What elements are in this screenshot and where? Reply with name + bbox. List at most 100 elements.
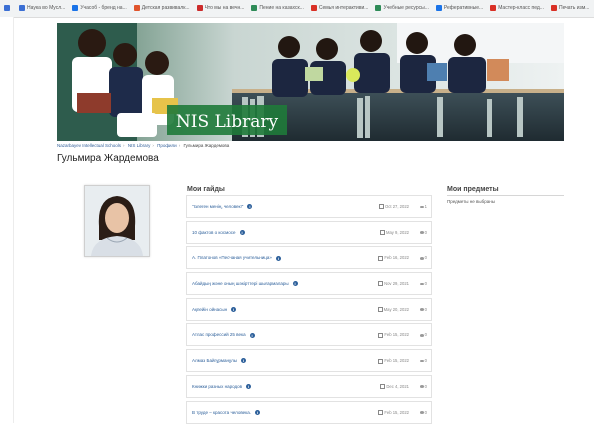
bookmark-label: Пение на казахск... bbox=[259, 5, 304, 11]
guide-title-text[interactable]: Ақпейін ойнасын bbox=[192, 307, 227, 312]
bookmark-favicon-icon bbox=[550, 4, 557, 11]
banner-title: NIS Library bbox=[176, 112, 279, 132]
guide-date: May 9, 2022 bbox=[379, 229, 409, 236]
bookmark-label: Учебные ресурсы... bbox=[383, 5, 429, 11]
guide-title[interactable]: А. Платонов «Песчаная учительница» i bbox=[192, 255, 281, 261]
edit-icon bbox=[379, 204, 385, 210]
left-sidebar bbox=[0, 17, 14, 423]
guide-row[interactable]: А. Платонов «Песчаная учительница» i Feb 1… bbox=[186, 246, 432, 270]
bookmark-item[interactable]: Мастер-класс пед... bbox=[486, 0, 547, 17]
avatar bbox=[84, 185, 150, 257]
guide-row[interactable]: Ақпейін ойнасын i May 20, 2022 0 bbox=[186, 297, 432, 321]
info-icon[interactable]: i bbox=[292, 281, 298, 287]
bookmark-item[interactable]: Что мы на вечн... bbox=[193, 0, 248, 17]
guide-title[interactable]: Атлас профессий 25 века i bbox=[192, 332, 255, 338]
guide-row[interactable]: Атлас профессий 25 века i Feb 15, 2022 0 bbox=[186, 323, 432, 347]
bookmark-label: Реферативные... bbox=[443, 5, 484, 11]
breadcrumb-profiles[interactable]: Профили bbox=[157, 143, 177, 148]
info-icon[interactable]: i bbox=[249, 332, 255, 338]
bookmark-favicon-icon bbox=[196, 4, 203, 11]
guide-title[interactable]: Книжки разных народов i bbox=[192, 384, 252, 390]
guide-row[interactable]: В труде – красота человека. i Feb 15, 2022… bbox=[186, 400, 432, 424]
bookmark-label: Что мы на вечн... bbox=[204, 5, 245, 11]
guide-row[interactable]: 10 фактов о космосе i May 9, 2022 0 bbox=[186, 220, 432, 244]
eye-icon bbox=[419, 257, 424, 260]
info-icon[interactable]: i bbox=[231, 307, 237, 313]
guide-views-count: 0 bbox=[424, 229, 427, 235]
info-icon[interactable]: i bbox=[246, 384, 252, 390]
guide-title[interactable]: Абайдың және оның шәкірттері шығармалары… bbox=[192, 281, 298, 287]
bookmark-label: Семья интерактиви... bbox=[318, 5, 369, 11]
edit-icon bbox=[378, 255, 384, 261]
bookmark-item[interactable]: Пение на казахск... bbox=[247, 0, 306, 17]
guide-title[interactable]: "Ізлеген менің, человек!" i bbox=[192, 204, 253, 210]
bookmark-label: Печать изм... bbox=[558, 5, 590, 11]
eye-icon bbox=[419, 359, 424, 363]
guides-heading: Мои гайды bbox=[187, 186, 225, 193]
banner-photo: NIS Library bbox=[57, 23, 564, 141]
eye-icon bbox=[419, 205, 424, 209]
eye-icon bbox=[419, 308, 424, 311]
bookmark-item[interactable] bbox=[0, 0, 15, 17]
guide-title-text[interactable]: Алмаз Байгұрманұлы bbox=[192, 358, 237, 363]
guide-date-text: May 20, 2022 bbox=[383, 306, 409, 312]
guide-views-count: 0 bbox=[424, 306, 427, 312]
bookmark-favicon-icon bbox=[72, 4, 79, 11]
guide-row[interactable]: Алмаз Байгұрманұлы i Feb 15, 2022 0 bbox=[186, 349, 432, 373]
guide-row[interactable]: Абайдың және оның шәкірттері шығармалары… bbox=[186, 272, 432, 296]
guide-date: Nov 29, 2021 bbox=[378, 281, 409, 287]
guide-views-count: 0 bbox=[424, 409, 427, 415]
guide-title[interactable]: 10 фактов о космосе i bbox=[192, 230, 245, 235]
page-title: Гульмира Жардемова bbox=[57, 153, 159, 164]
guide-views: 0 bbox=[419, 281, 427, 287]
breadcrumb-nis[interactable]: Nazarbayev Intellectual Schools bbox=[57, 143, 121, 148]
bookmark-item[interactable]: Наука во Мусл... bbox=[15, 0, 68, 17]
guide-views: 0 bbox=[419, 255, 427, 261]
guide-title-text[interactable]: А. Платонов «Песчаная учительница» bbox=[192, 255, 272, 260]
guide-title-text[interactable]: Книжки разных народов bbox=[192, 384, 242, 389]
info-icon[interactable]: i bbox=[254, 409, 260, 415]
guide-date-text: Dec 4, 2021 bbox=[386, 383, 409, 389]
guide-title[interactable]: Алмаз Байгұрманұлы i bbox=[192, 358, 247, 364]
guide-views: 0 bbox=[419, 332, 427, 337]
info-icon[interactable]: i bbox=[247, 204, 253, 210]
bookmark-item[interactable]: Учебные ресурсы... bbox=[371, 0, 431, 17]
guide-title[interactable]: В труде – красота человека. i bbox=[192, 410, 260, 415]
info-icon[interactable]: i bbox=[275, 255, 281, 261]
edit-icon bbox=[380, 384, 386, 390]
info-icon[interactable]: i bbox=[241, 358, 247, 364]
edit-icon bbox=[378, 358, 384, 364]
guide-date-text: May 9, 2022 bbox=[385, 229, 409, 235]
guide-views-count: 0 bbox=[424, 281, 427, 287]
guide-views: 1 bbox=[419, 204, 427, 209]
breadcrumb: Nazarbayev Intellectual Schools › NIS Lib… bbox=[57, 143, 230, 148]
eye-icon bbox=[419, 385, 424, 388]
guide-title-text[interactable]: Атлас профессий 25 века bbox=[192, 332, 246, 337]
bookmark-item[interactable]: Семья интерактиви... bbox=[307, 0, 372, 17]
bookmark-favicon-icon bbox=[19, 4, 25, 11]
bookmark-favicon-icon bbox=[4, 4, 10, 11]
info-icon[interactable]: i bbox=[239, 230, 245, 235]
bookmark-item[interactable]: Учасоб - бренд на... bbox=[68, 0, 129, 17]
eye-icon bbox=[419, 411, 424, 414]
guide-title-text[interactable]: В труде – красота человека. bbox=[192, 410, 251, 415]
bookmark-item[interactable]: Печать изм... bbox=[547, 0, 592, 17]
library-banner: NIS Library bbox=[57, 23, 564, 141]
guide-title-text[interactable]: "Ізлеген менің, человек!" bbox=[192, 204, 243, 209]
bookmark-label: Наука во Мусл... bbox=[27, 5, 66, 11]
breadcrumb-library[interactable]: NIS Library bbox=[128, 143, 151, 148]
edit-icon bbox=[378, 332, 384, 338]
guide-views: 0 bbox=[419, 306, 427, 312]
bookmark-item[interactable]: Детская развивалк... bbox=[130, 0, 193, 17]
guide-row[interactable]: "Ізлеген менің, человек!" i Oct 27, 2022 1 bbox=[186, 195, 432, 218]
guide-views-count: 0 bbox=[424, 255, 427, 261]
guide-title-text[interactable]: Абайдың және оның шәкірттері шығармалары bbox=[192, 281, 289, 286]
guide-title-text[interactable]: 10 фактов о космосе bbox=[192, 230, 236, 235]
bookmark-item[interactable]: Реферативные... bbox=[432, 0, 486, 17]
guide-views: 0 bbox=[419, 358, 427, 364]
guide-title[interactable]: Ақпейін ойнасын i bbox=[192, 307, 237, 313]
guide-views-count: 0 bbox=[424, 358, 427, 364]
guide-row[interactable]: Книжки разных народов i Dec 4, 2021 0 bbox=[186, 374, 432, 398]
profile-photo bbox=[85, 186, 149, 256]
guide-date: Oct 27, 2022 bbox=[379, 204, 409, 210]
